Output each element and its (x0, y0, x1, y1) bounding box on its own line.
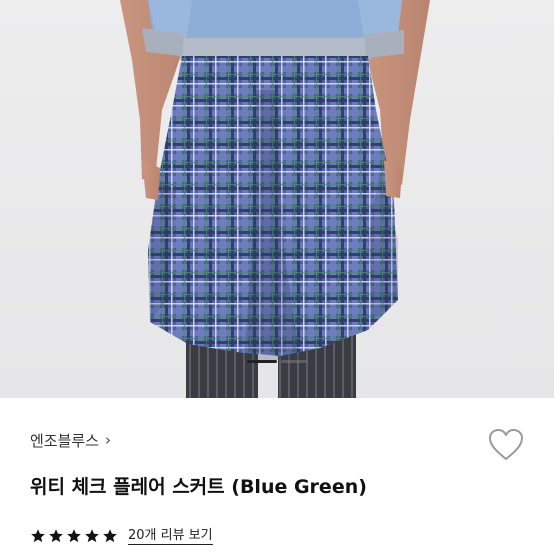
brand-link[interactable]: 엔조블루스 › (30, 428, 111, 452)
brand-name: 엔조블루스 (30, 431, 100, 450)
star-icon (49, 529, 63, 543)
star-icon (31, 529, 45, 543)
like-button[interactable] (488, 428, 524, 462)
pager-dot[interactable] (281, 360, 307, 363)
reviews-link[interactable]: 20개 리뷰 보기 (128, 528, 213, 545)
pager-dot-active[interactable] (247, 360, 277, 363)
star-icon (85, 529, 99, 543)
heart-outline-icon (489, 429, 523, 460)
product-photo (120, 0, 430, 398)
product-image[interactable] (0, 0, 554, 398)
chevron-right-icon: › (105, 431, 112, 449)
star-rating (30, 528, 118, 544)
star-icon (103, 529, 117, 543)
product-info: 엔조블루스 › 위티 체크 플레어 스커트 (Blue Green) 20개 리… (0, 398, 554, 554)
image-pager (0, 360, 554, 364)
star-icon (67, 529, 81, 543)
rating-row: 20개 리뷰 보기 (30, 526, 213, 546)
product-title: 위티 체크 플레어 스커트 (Blue Green) (30, 476, 367, 498)
